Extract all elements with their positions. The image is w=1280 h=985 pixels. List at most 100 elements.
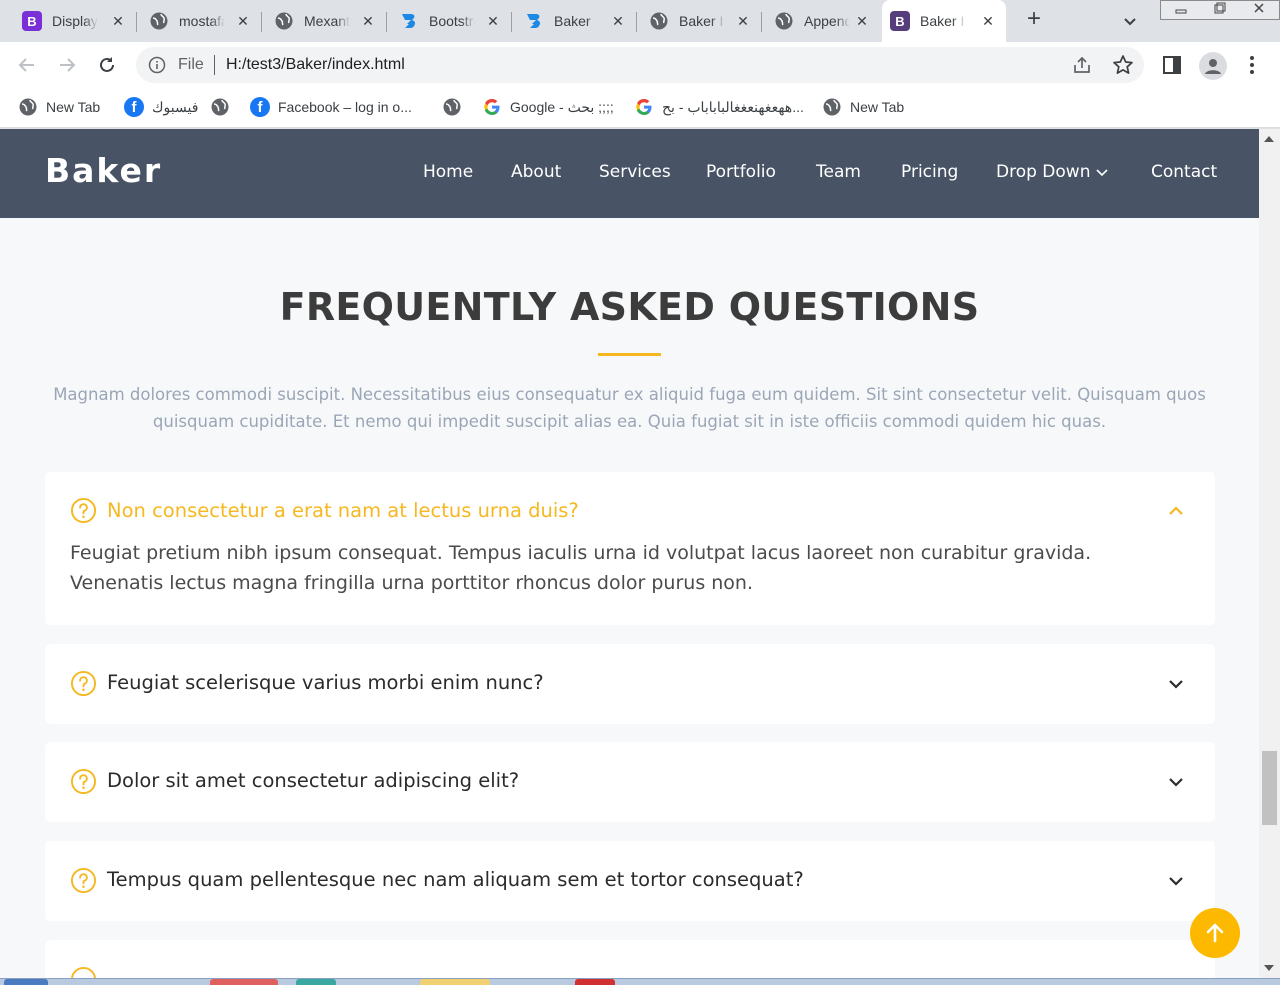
bookmark-item[interactable]: New Tab	[18, 96, 100, 118]
tab-baker-2[interactable]: Baker I ✕	[641, 6, 761, 36]
close-tab-icon[interactable]: ✕	[235, 13, 251, 29]
section-title: FREQUENTLY ASKED QUESTIONS	[279, 285, 980, 329]
nav-link-home[interactable]: Home	[423, 162, 473, 182]
close-tab-icon[interactable]: ✕	[485, 13, 501, 29]
bookmark-label: Google - بحث ;;;;	[510, 98, 614, 115]
close-tab-icon[interactable]: ✕	[110, 13, 126, 29]
globe-icon	[274, 11, 294, 31]
tab-baker[interactable]: Baker ✕	[516, 6, 636, 36]
chevron-up-icon[interactable]	[1167, 502, 1185, 520]
nav-link-team[interactable]: Team	[816, 162, 861, 182]
nav-link-drop-down[interactable]: Drop Down	[996, 162, 1090, 182]
globe-icon	[210, 97, 230, 117]
bookmark-item[interactable]: f Facebook – log in o...	[250, 96, 412, 118]
faq-item[interactable]: Dolor sit amet consectetur adipiscing el…	[45, 742, 1215, 822]
close-window-icon[interactable]	[1240, 1, 1279, 19]
question-circle-icon	[70, 867, 97, 894]
nav-dropdown[interactable]: Drop Down	[996, 162, 1109, 182]
tab-title: Baker I	[679, 13, 724, 29]
forward-arrow-icon[interactable]	[56, 54, 78, 76]
tab-append[interactable]: Append ✕	[766, 6, 880, 36]
menu-kebab-icon[interactable]	[1244, 54, 1260, 76]
bootstrap-icon: B	[22, 11, 42, 31]
tab-title: Baker	[554, 13, 591, 29]
tab-mexant[interactable]: Mexant ✕	[266, 6, 386, 36]
nav-link-pricing[interactable]: Pricing	[901, 162, 958, 182]
start-button[interactable]	[4, 979, 48, 985]
nav-link-services[interactable]: Services	[599, 162, 671, 182]
globe-icon	[18, 97, 38, 117]
nav-link-portfolio[interactable]: Portfolio	[706, 162, 776, 182]
reload-icon[interactable]	[96, 54, 118, 76]
back-to-top-button[interactable]	[1190, 908, 1240, 958]
globe-icon	[149, 11, 169, 31]
bookmark-label: Facebook – log in o...	[278, 99, 412, 115]
faq-question[interactable]: Tempus quam pellentesque nec nam aliquam…	[107, 868, 804, 891]
restore-icon[interactable]	[1200, 1, 1239, 19]
faq-question[interactable]: Feugiat scelerisque varius morbi enim nu…	[107, 671, 544, 694]
question-circle-icon	[70, 670, 97, 697]
address-bar[interactable]: File H:/test3/Baker/index.html	[136, 47, 1144, 83]
tab-separator	[261, 12, 262, 32]
tab-title: mostafa	[179, 13, 225, 29]
close-tab-icon[interactable]: ✕	[735, 13, 751, 29]
bootstrapmade-icon	[524, 11, 544, 31]
page-viewport: Baker Home About Services Portfolio Team…	[0, 129, 1259, 978]
chevron-down-icon[interactable]	[1167, 773, 1185, 791]
faq-item[interactable]: Tempus quam pellentesque nec nam aliquam…	[45, 841, 1215, 921]
bookmark-item[interactable]: New Tab	[822, 96, 904, 118]
page-scrollbar[interactable]	[1259, 129, 1280, 978]
tab-mostafa[interactable]: mostafa ✕	[141, 6, 261, 36]
question-circle-icon	[71, 966, 96, 978]
tab-separator	[636, 12, 637, 32]
bookmark-item[interactable]: ههعغهنعغغالباباباب - بح...	[634, 96, 804, 118]
bookmark-star-icon[interactable]	[1112, 54, 1133, 74]
bookmark-item[interactable]: f فيسبوك	[124, 96, 198, 118]
tab-search-chevron-icon[interactable]	[1120, 12, 1140, 32]
close-tab-icon[interactable]: ✕	[360, 13, 376, 29]
chevron-down-icon	[1096, 169, 1109, 176]
minimize-icon[interactable]	[1161, 1, 1200, 19]
tab-baker-active[interactable]: B Baker I ✕	[882, 0, 1006, 42]
chevron-down-icon[interactable]	[1167, 872, 1185, 890]
scrollbar-thumb[interactable]	[1262, 751, 1277, 825]
profile-avatar-icon[interactable]	[1199, 52, 1227, 80]
bookmark-label: ههعغهنعغغالباباباب - بح...	[662, 98, 804, 115]
bookmark-item[interactable]	[210, 96, 230, 118]
info-icon[interactable]	[148, 56, 166, 74]
taskbar-app[interactable]	[210, 979, 278, 985]
url-text[interactable]: H:/test3/Baker/index.html	[226, 56, 405, 74]
tab-separator	[136, 12, 137, 32]
tab-display[interactable]: B Display ✕	[14, 6, 136, 36]
close-tab-icon[interactable]: ✕	[854, 13, 870, 29]
faq-question[interactable]: Dolor sit amet consectetur adipiscing el…	[107, 769, 519, 792]
faq-item[interactable]: Non consectetur a erat nam at lectus urn…	[45, 472, 1215, 625]
side-panel-icon[interactable]	[1163, 56, 1181, 74]
faq-item[interactable]: Feugiat scelerisque varius morbi enim nu…	[45, 644, 1215, 724]
nav-link-contact[interactable]: Contact	[1151, 162, 1217, 182]
chevron-down-icon[interactable]	[1167, 675, 1185, 693]
scroll-up-arrow-icon[interactable]	[1264, 136, 1274, 142]
faq-item[interactable]	[45, 940, 1215, 978]
bookmark-item[interactable]: Google - بحث ;;;;	[482, 96, 614, 118]
os-taskbar	[0, 978, 1280, 985]
taskbar-app[interactable]	[420, 979, 490, 985]
nav-link-about[interactable]: About	[511, 162, 561, 182]
scroll-down-arrow-icon[interactable]	[1264, 965, 1274, 971]
bookmark-label: فيسبوك	[152, 98, 199, 115]
tab-title: Baker I	[920, 13, 965, 29]
bookmark-item[interactable]	[442, 96, 462, 118]
globe-icon	[442, 97, 462, 117]
new-tab-button[interactable]: +	[1022, 7, 1046, 32]
window-controls	[1160, 0, 1280, 20]
close-tab-icon[interactable]: ✕	[610, 13, 626, 29]
close-tab-icon[interactable]: ✕	[980, 13, 996, 29]
tab-bootstrap[interactable]: Bootstrap ✕	[391, 6, 511, 36]
share-icon[interactable]	[1072, 55, 1092, 75]
taskbar-app[interactable]	[575, 979, 615, 985]
google-icon	[482, 97, 502, 117]
taskbar-app[interactable]	[296, 979, 336, 985]
tab-separator	[386, 12, 387, 32]
faq-question[interactable]: Non consectetur a erat nam at lectus urn…	[107, 499, 579, 522]
back-arrow-icon[interactable]	[16, 54, 38, 76]
